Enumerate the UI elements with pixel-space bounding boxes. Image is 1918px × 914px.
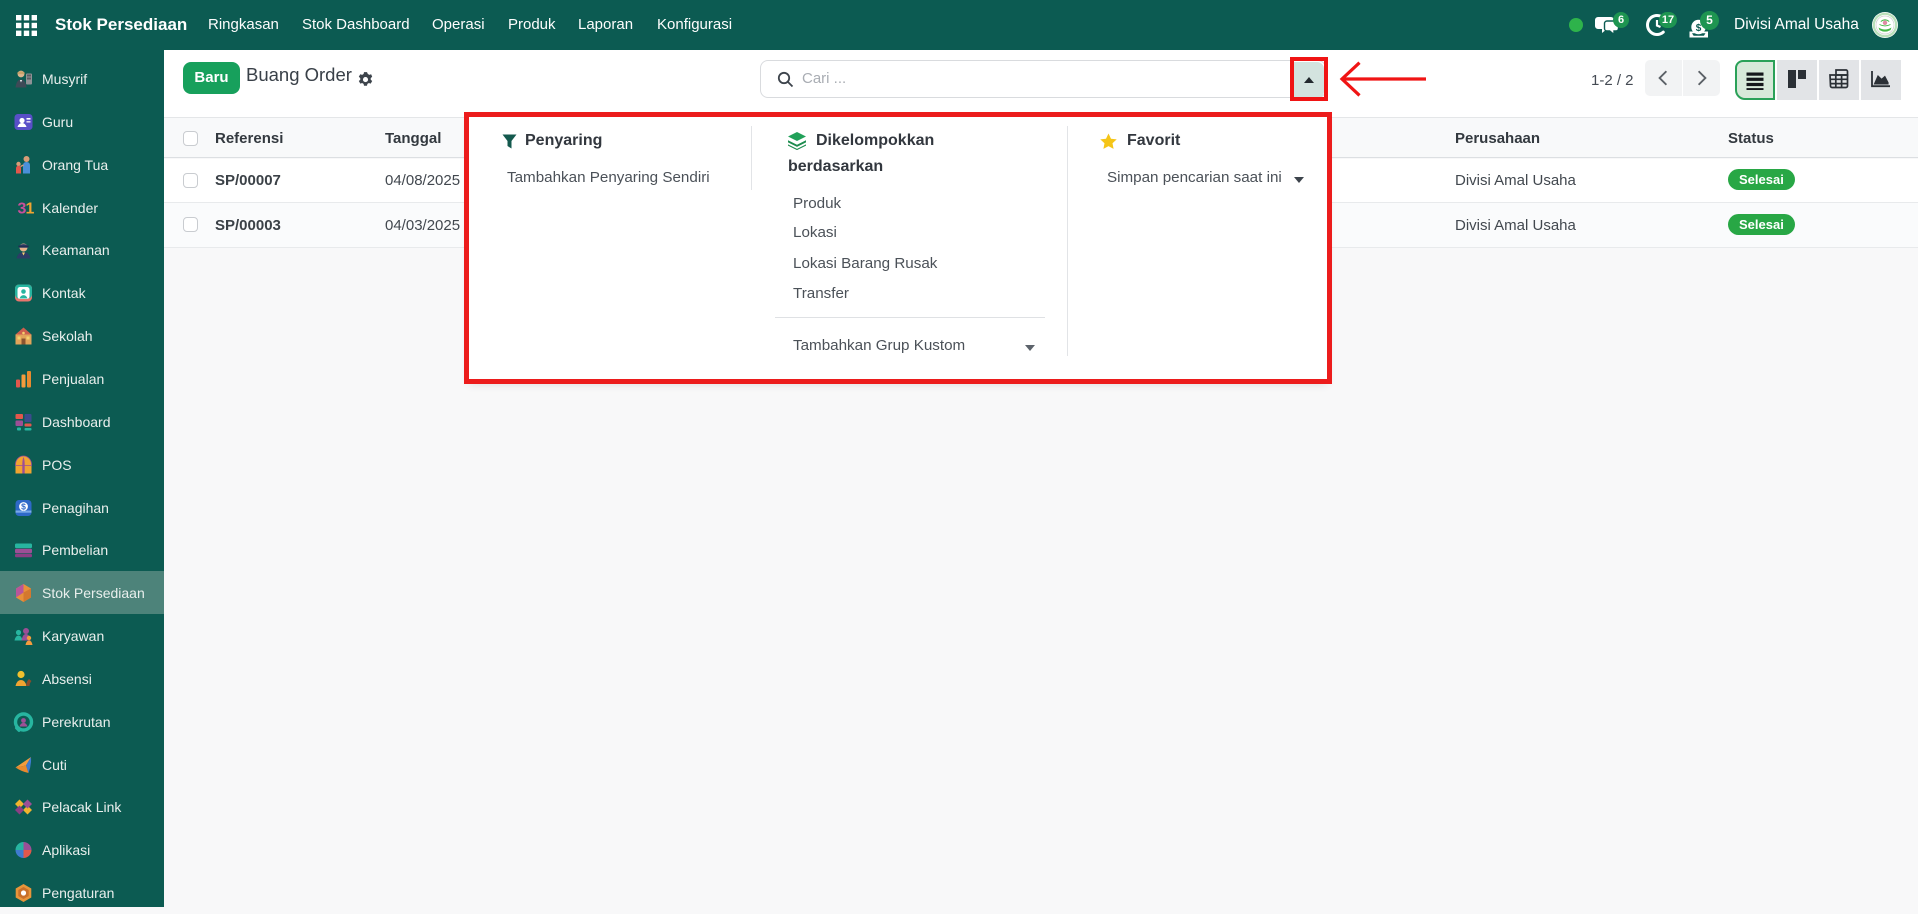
svg-text:$: $ bbox=[21, 501, 26, 511]
svg-text:1: 1 bbox=[26, 200, 35, 217]
